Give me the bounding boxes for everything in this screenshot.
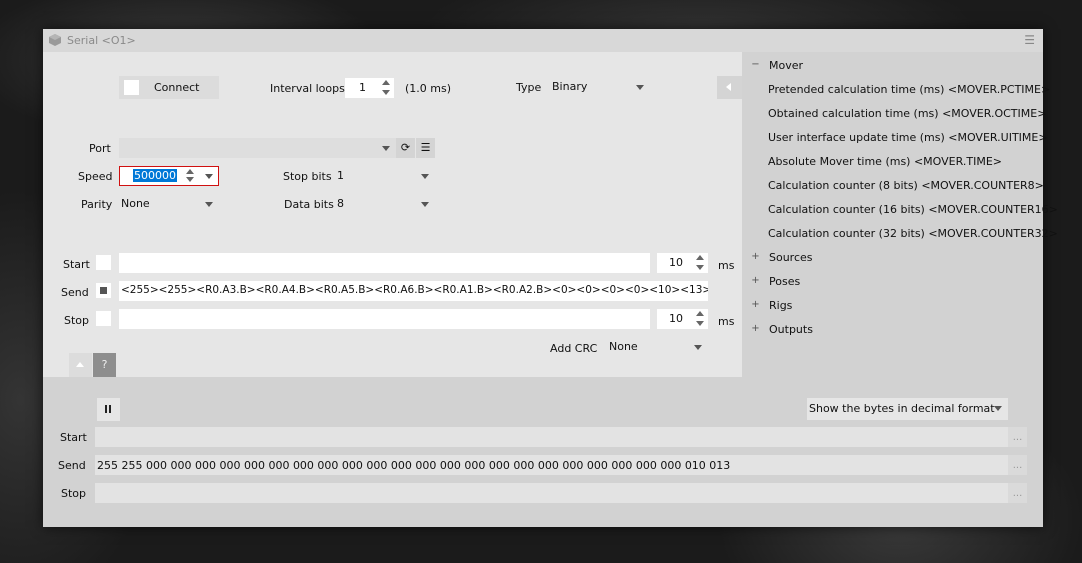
menu-icon[interactable]: ☰: [1024, 33, 1035, 47]
crc-label: Add CRC: [550, 342, 598, 355]
chevron-down-icon: [382, 146, 390, 151]
send-input[interactable]: <255><255><R0.A3.B><R0.A4.B><R0.A5.B><R0…: [119, 281, 708, 301]
stepper-down-icon[interactable]: [186, 177, 194, 182]
stepper-up-icon[interactable]: [696, 255, 704, 260]
expand-up-button[interactable]: [69, 353, 92, 377]
stopbits-label: Stop bits: [283, 170, 332, 183]
tree-item-mover-6[interactable]: Calculation counter (32 bits) <MOVER.COU…: [768, 227, 1058, 240]
chevron-down-icon: [205, 202, 213, 207]
interval-ms: (1.0 ms): [405, 82, 452, 95]
window-title: Serial <O1>: [67, 34, 136, 47]
stop-input[interactable]: [119, 309, 650, 329]
start-input[interactable]: [119, 253, 650, 273]
parity-label: Parity: [81, 198, 113, 211]
tree-group-sources[interactable]: Sources: [769, 251, 813, 264]
start-label: Start: [63, 258, 90, 271]
tree-item-mover-0[interactable]: Pretended calculation time (ms) <MOVER.P…: [768, 83, 1050, 96]
settings-panel: Connect Interval loops 1 (1.0 ms) Type B…: [43, 52, 742, 377]
monitor-stop-label: Stop: [61, 487, 87, 500]
tree-group-poses[interactable]: Poses: [769, 275, 800, 288]
monitor-stop-more-button[interactable]: ...: [1008, 483, 1027, 503]
stepper-up-icon[interactable]: [186, 169, 194, 174]
start-ms-unit: ms: [718, 259, 735, 272]
byte-format-select[interactable]: Show the bytes in decimal format: [807, 398, 1008, 420]
stepper-up-icon[interactable]: [696, 311, 704, 316]
monitor-send-label: Send: [58, 459, 86, 472]
tree-collapse-icon[interactable]: −: [751, 60, 760, 70]
stepper-down-icon[interactable]: [696, 321, 704, 326]
list-icon: ☰: [420, 141, 431, 154]
port-label: Port: [89, 142, 111, 155]
tree-expand-icon[interactable]: +: [751, 300, 760, 310]
chevron-down-icon: [421, 202, 429, 207]
stepper-down-icon[interactable]: [382, 90, 390, 95]
tree-group-rigs[interactable]: Rigs: [769, 299, 792, 312]
refresh-button[interactable]: ⟳: [396, 138, 415, 158]
tree-item-mover-2[interactable]: User interface update time (ms) <MOVER.U…: [768, 131, 1048, 144]
stop-label: Stop: [64, 314, 90, 327]
databits-select[interactable]: 8: [335, 194, 435, 214]
crc-select[interactable]: None: [607, 337, 708, 357]
app-icon: [49, 34, 61, 46]
tree-expand-icon[interactable]: +: [751, 324, 760, 334]
stop-checkbox[interactable]: [96, 311, 111, 326]
parity-select[interactable]: None: [119, 194, 219, 214]
connect-label: Connect: [154, 81, 200, 94]
refresh-icon: ⟳: [400, 141, 411, 154]
monitor-stop-output: [95, 483, 1008, 503]
interval-label: Interval loops: [270, 82, 345, 95]
tree-expand-icon[interactable]: +: [751, 252, 760, 262]
stepper-up-icon[interactable]: [382, 80, 390, 85]
send-label: Send: [61, 286, 89, 299]
port-list-button[interactable]: ☰: [416, 138, 435, 158]
start-ms-stepper[interactable]: 10: [657, 253, 708, 273]
tree-item-mover-5[interactable]: Calculation counter (16 bits) <MOVER.COU…: [768, 203, 1058, 216]
stop-ms-stepper[interactable]: 10: [657, 309, 708, 329]
variables-tree: − Mover Pretended calculation time (ms) …: [742, 52, 1058, 377]
monitor-panel: Show the bytes in decimal format Start .…: [43, 377, 1043, 527]
monitor-send-more-button[interactable]: ...: [1008, 455, 1027, 475]
collapse-panel-button[interactable]: [717, 76, 742, 99]
tree-group-mover[interactable]: Mover: [769, 59, 803, 72]
pause-icon: [105, 405, 111, 413]
send-checkbox[interactable]: [96, 283, 111, 298]
stepper-down-icon[interactable]: [696, 265, 704, 270]
pause-button[interactable]: [97, 398, 120, 421]
tree-item-mover-3[interactable]: Absolute Mover time (ms) <MOVER.TIME>: [768, 155, 1002, 168]
speed-label: Speed: [78, 170, 113, 183]
start-checkbox[interactable]: [96, 255, 111, 270]
type-select[interactable]: Binary: [550, 77, 650, 97]
stopbits-select[interactable]: 1: [335, 166, 435, 186]
chevron-down-icon[interactable]: [205, 174, 213, 179]
monitor-start-output: [95, 427, 1008, 447]
chevron-down-icon: [421, 174, 429, 179]
expand-up-icon: [76, 362, 84, 367]
tree-item-mover-4[interactable]: Calculation counter (8 bits) <MOVER.COUN…: [768, 179, 1044, 192]
help-button[interactable]: ?: [93, 353, 116, 377]
tree-expand-icon[interactable]: +: [751, 276, 760, 286]
chevron-down-icon: [994, 406, 1002, 411]
collapse-arrow-icon: [726, 83, 731, 91]
port-select[interactable]: [119, 138, 396, 158]
tree-item-mover-1[interactable]: Obtained calculation time (ms) <MOVER.OC…: [768, 107, 1046, 120]
tree-group-outputs[interactable]: Outputs: [769, 323, 813, 336]
chevron-down-icon: [636, 85, 644, 90]
databits-label: Data bits: [284, 198, 334, 211]
monitor-start-more-button[interactable]: ...: [1008, 427, 1027, 447]
speed-stepper[interactable]: 500000: [119, 166, 219, 186]
title-bar: Serial <O1> ☰: [43, 29, 1043, 52]
connect-button[interactable]: Connect: [119, 76, 219, 99]
monitor-send-output: 255 255 000 000 000 000 000 000 000 000 …: [95, 455, 1008, 475]
type-label: Type: [516, 81, 542, 94]
connect-checkbox[interactable]: [124, 80, 139, 95]
monitor-start-label: Start: [60, 431, 87, 444]
chevron-down-icon: [694, 345, 702, 350]
stop-ms-unit: ms: [718, 315, 735, 328]
serial-window: Serial <O1> ☰ Connect Interval loops 1 (…: [43, 29, 1058, 527]
interval-stepper[interactable]: 1: [345, 78, 394, 98]
